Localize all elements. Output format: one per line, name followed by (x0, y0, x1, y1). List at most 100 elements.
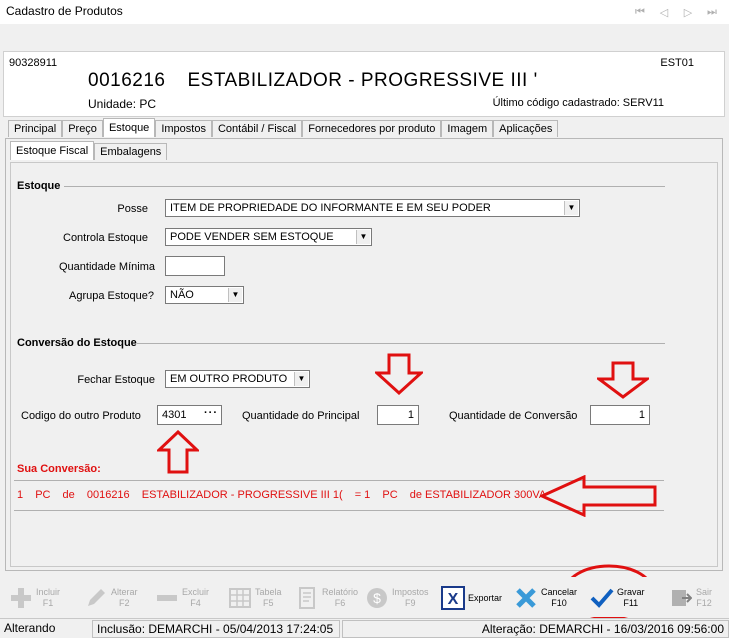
tab-embalagens[interactable]: Embalagens (94, 143, 168, 160)
tab-impostos[interactable]: Impostos (155, 120, 212, 137)
alterar-label: Alterar (111, 587, 138, 597)
chevron-down-icon: ▼ (356, 230, 370, 244)
alterar-button[interactable]: Alterar F2 (83, 581, 138, 615)
status-mode: Alterando (4, 621, 56, 635)
tab-aplicacoes[interactable]: Aplicações (493, 120, 559, 137)
fechar-estoque-label: Fechar Estoque (77, 374, 155, 386)
annotation-arrow-down-icon (597, 361, 649, 399)
minus-icon (154, 585, 180, 611)
posse-select[interactable]: ITEM DE PROPRIEDADE DO INFORMANTE E EM S… (165, 199, 580, 217)
main-tabs: Principal Preço Estoque Impostos Contábi… (8, 118, 559, 138)
gravar-label: Gravar (617, 587, 645, 597)
divider (64, 186, 665, 187)
agrupa-estoque-select[interactable]: NÃO ▼ (165, 286, 244, 304)
dollar-icon: $ (364, 585, 390, 611)
qtd-conversao-field[interactable]: 1 (590, 405, 650, 425)
section-conversao: Conversão do Estoque (17, 337, 137, 349)
first-icon[interactable]: ⏮ (633, 6, 647, 19)
product-header: 90328911 EST01 0016216 ESTABILIZADOR - PR… (3, 51, 725, 117)
posse-value: ITEM DE PROPRIEDADE DO INFORMANTE E EM S… (170, 202, 491, 214)
cancelar-label: Cancelar (541, 587, 578, 597)
tab-imagem[interactable]: Imagem (441, 120, 494, 137)
conv-code: 0016216 (86, 489, 130, 501)
sair-label: Sair (696, 587, 713, 597)
checkmark-icon (589, 585, 615, 611)
qtd-principal-field[interactable]: 1 (377, 405, 419, 425)
svg-text:X: X (448, 591, 459, 608)
tab-contabil-fiscal[interactable]: Contábil / Fiscal (211, 120, 303, 137)
excluir-button[interactable]: Excluir F4 (154, 581, 209, 615)
cancel-x-icon (513, 585, 539, 611)
toolbar: Incluir F1 Alterar F2 Excluir F4 Tabela F5 R… (0, 577, 729, 617)
sua-conversao-label: Sua Conversão: (17, 463, 101, 475)
excluir-label: Excluir (182, 587, 210, 597)
qtd-minima-field[interactable] (165, 256, 225, 276)
plus-icon (8, 585, 34, 611)
tabela-button[interactable]: Tabela F5 (227, 581, 282, 615)
relatorio-button[interactable]: Relatório F6 (294, 581, 358, 615)
table-icon (227, 585, 253, 611)
lookup-icon[interactable]: ··· (204, 407, 218, 419)
tab-fornecedores[interactable]: Fornecedores por produto (302, 120, 442, 137)
codigo-outro-produto-label: Codigo do outro Produto (21, 410, 141, 422)
status-alteracao: Alteração: DEMARCHI - 16/03/2016 09:56:0… (342, 620, 729, 638)
pencil-icon (83, 585, 109, 611)
tab-preco[interactable]: Preço (62, 120, 103, 137)
conv-target: de ESTABILIZADOR 300VA (409, 489, 547, 501)
tabela-label: Tabela (255, 587, 282, 597)
tab-estoque[interactable]: Estoque (102, 118, 156, 137)
sub-tabs: Estoque Fiscal Embalagens (10, 141, 168, 161)
section-estoque: Estoque (17, 180, 61, 192)
impostos-button[interactable]: $ Impostos F9 (364, 581, 429, 615)
qtd-conversao-label: Quantidade de Conversão (449, 410, 578, 422)
agrupa-estoque-value: NÃO (170, 289, 194, 301)
qtd-principal-label: Quantidade do Principal (242, 410, 360, 422)
exportar-label: Exportar (468, 592, 503, 603)
conv-name: ESTABILIZADOR - PROGRESSIVE III 1( (141, 489, 343, 501)
controla-estoque-select[interactable]: PODE VENDER SEM ESTOQUE ▼ (165, 228, 372, 246)
conv-de: de (62, 489, 75, 501)
annotation-arrow-left-icon (540, 475, 657, 517)
cancelar-button[interactable]: Cancelar F10 (513, 581, 577, 615)
exportar-button[interactable]: X Exportar (440, 581, 502, 615)
product-code: 0016216 (88, 70, 166, 91)
prev-icon[interactable]: ◁ (657, 6, 671, 19)
next-icon[interactable]: ▷ (681, 6, 695, 19)
chevron-down-icon: ▼ (294, 372, 308, 386)
exit-icon (668, 585, 694, 611)
conv-unit: PC (35, 489, 51, 501)
codigo-outro-produto-field[interactable]: 4301 ··· (157, 405, 222, 425)
impostos-label: Impostos (392, 587, 429, 597)
record-navigation: ⏮ ◁ ▷ ⏭ (633, 6, 719, 19)
incluir-label: Incluir (36, 587, 61, 597)
incluir-key: F1 (42, 598, 54, 608)
gravar-key: F11 (623, 598, 639, 608)
title-bar: Cadastro de Produtos ⏮ ◁ ▷ ⏭ (0, 0, 729, 24)
establishment-code: EST01 (660, 57, 694, 69)
chevron-down-icon: ▼ (564, 201, 578, 215)
sair-button[interactable]: Sair F12 (668, 581, 712, 615)
controla-estoque-label: Controla Estoque (63, 232, 148, 244)
gravar-button[interactable]: Gravar F11 (589, 581, 645, 615)
tab-estoque-fiscal[interactable]: Estoque Fiscal (10, 141, 95, 160)
window-title: Cadastro de Produtos (6, 4, 123, 18)
last-icon[interactable]: ⏭ (705, 6, 719, 19)
tab-principal[interactable]: Principal (8, 120, 63, 137)
relatorio-key: F6 (334, 598, 346, 608)
conversion-summary: 1 PC de 0016216 ESTABILIZADOR - PROGRESS… (17, 489, 555, 501)
report-icon (294, 585, 320, 611)
impostos-key: F9 (405, 598, 416, 608)
fechar-estoque-select[interactable]: EM OUTRO PRODUTO ▼ (165, 370, 310, 388)
qtd-minima-label: Quantidade Mínima (59, 261, 155, 273)
cancelar-key: F10 (551, 598, 567, 608)
controla-estoque-value: PODE VENDER SEM ESTOQUE (170, 231, 334, 243)
product-title: 0016216 ESTABILIZADOR - PROGRESSIVE III ' (88, 70, 538, 92)
codigo-outro-produto-value: 4301 (162, 409, 187, 421)
incluir-button[interactable]: Incluir F1 (8, 581, 60, 615)
relatorio-label: Relatório (322, 587, 359, 597)
annotation-arrow-down-icon (375, 353, 423, 395)
product-unit: Unidade: PC (88, 97, 157, 111)
annotation-arrow-up-icon (157, 430, 199, 474)
conv-unit2: PC (382, 489, 398, 501)
divider (137, 343, 665, 344)
